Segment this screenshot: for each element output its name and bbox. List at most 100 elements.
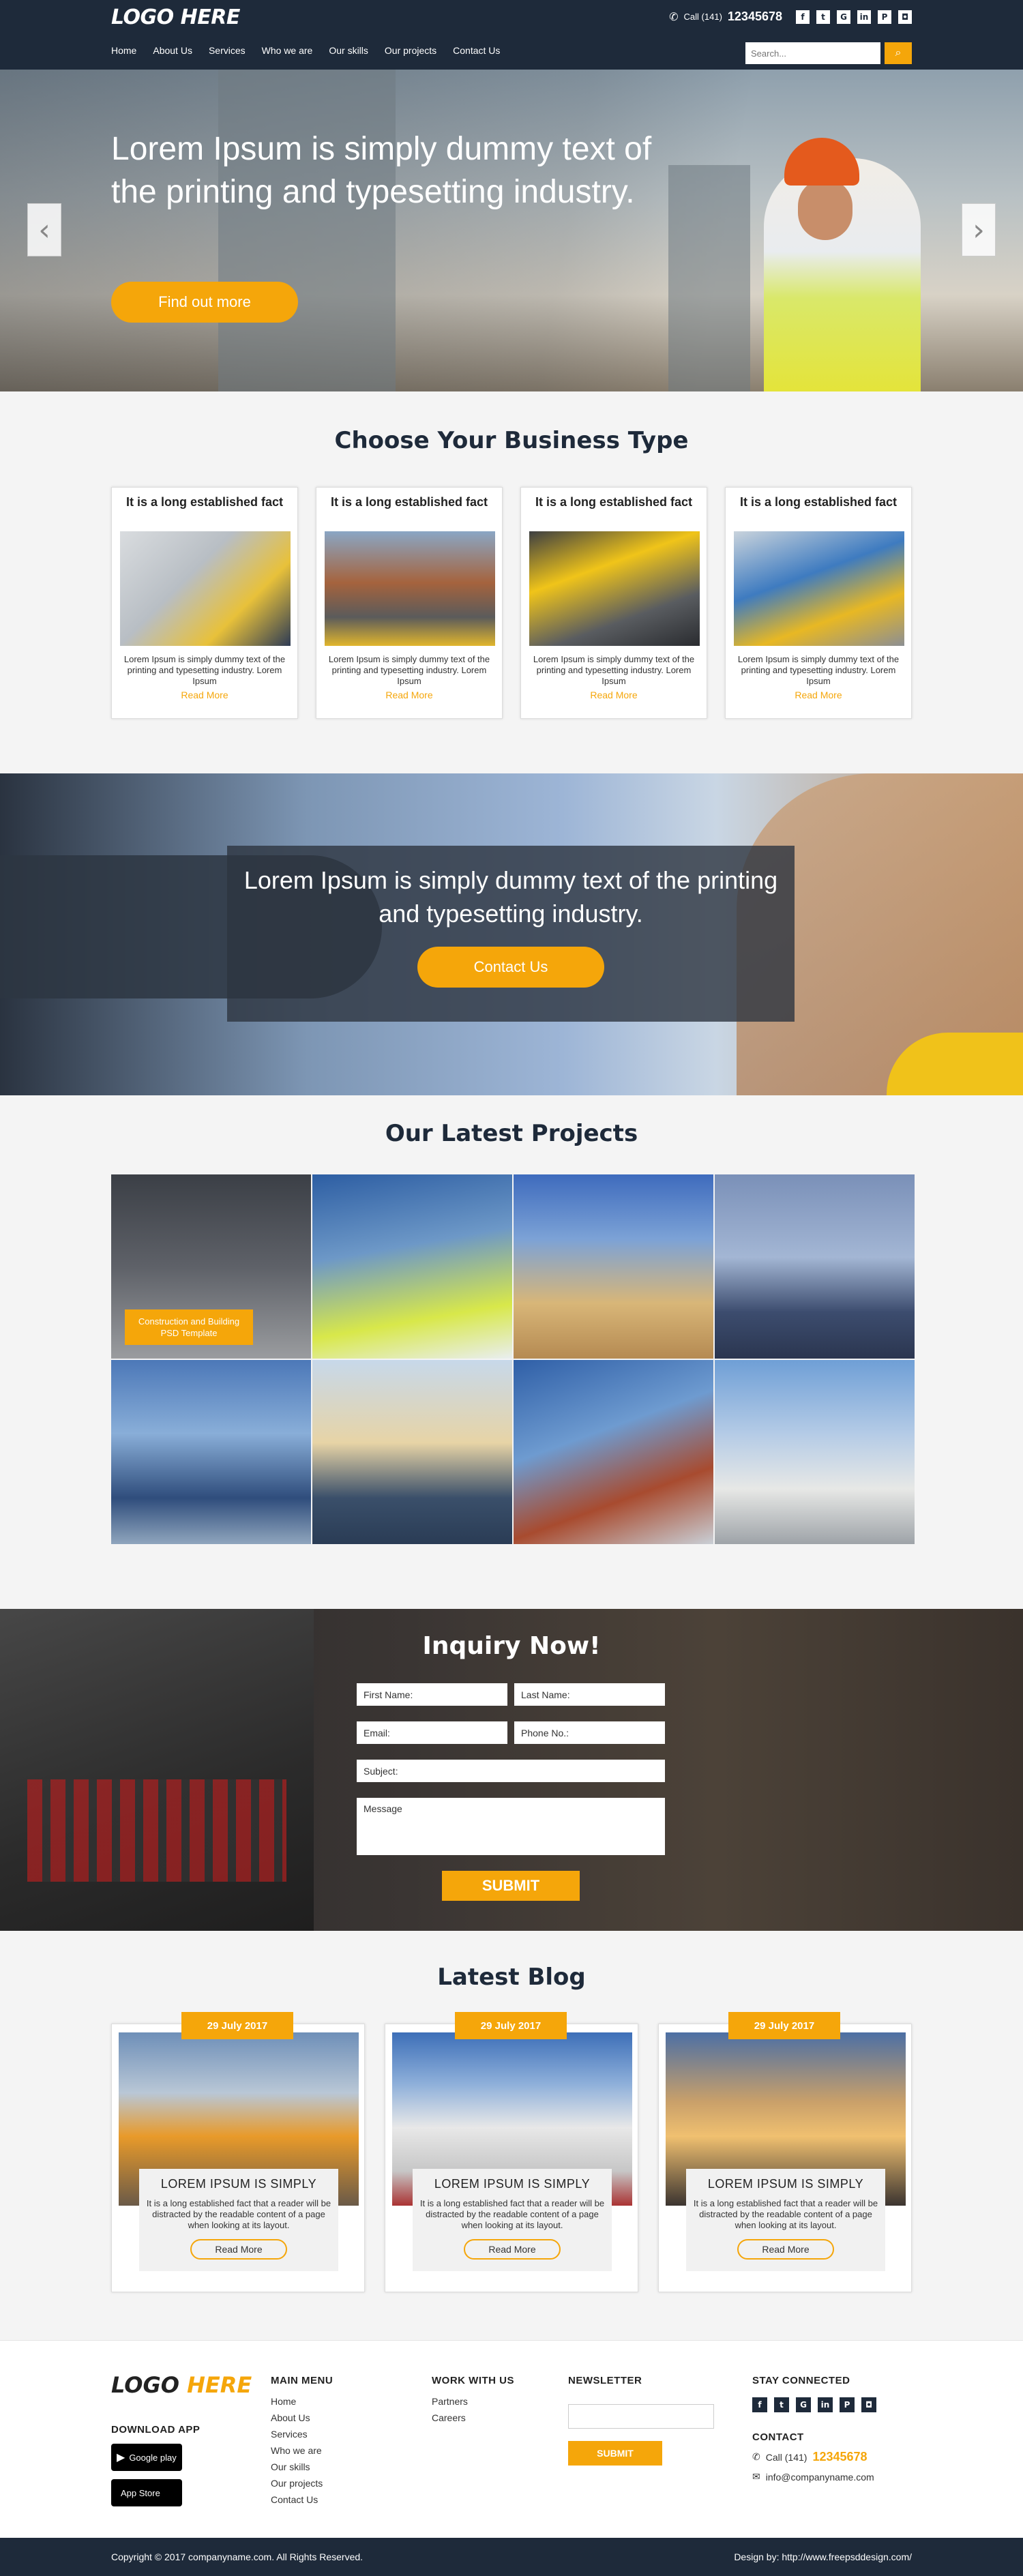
- blog-excerpt: It is a long established fact that a rea…: [146, 2198, 331, 2230]
- search-bar: ⌕: [745, 42, 912, 64]
- blog-title[interactable]: LOREM IPSUM IS SIMPLY: [139, 2177, 338, 2191]
- blog-read-more-button[interactable]: Read More: [737, 2239, 834, 2260]
- hero-title: Lorem Ipsum is simply dummy text of the …: [111, 131, 652, 210]
- blog-excerpt: It is a long established fact that a rea…: [419, 2198, 605, 2230]
- blog-title[interactable]: LOREM IPSUM IS SIMPLY: [413, 2177, 612, 2191]
- footer-link-services[interactable]: Services: [271, 2426, 333, 2442]
- pinterest-icon[interactable]: P: [840, 2397, 855, 2412]
- footer-link-careers[interactable]: Careers: [432, 2410, 514, 2426]
- footer-link-home[interactable]: Home: [271, 2393, 333, 2410]
- blog-title[interactable]: LOREM IPSUM IS SIMPLY: [686, 2177, 885, 2191]
- footer-col-title: STAY CONNECTED: [752, 2375, 850, 2386]
- footer-main-menu: MAIN MENU Home About Us Services Who we …: [271, 2375, 333, 2508]
- footer-logo[interactable]: LOGO HERE: [111, 2372, 252, 2398]
- slider-prev-arrow[interactable]: ‹: [27, 203, 61, 256]
- section-title: Our Latest Projects: [385, 1120, 638, 1147]
- google-plus-icon[interactable]: G: [796, 2397, 811, 2412]
- phone-field[interactable]: Phone No.:: [514, 1721, 665, 1744]
- message-field[interactable]: Message: [357, 1798, 665, 1855]
- blog-section: Latest Blog 29 July 2017 LOREM IPSUM IS …: [0, 1931, 1023, 2340]
- nav-about-us[interactable]: About Us: [153, 45, 192, 56]
- instagram-icon[interactable]: ◘: [898, 10, 912, 24]
- hero-bg-building: [668, 165, 750, 391]
- projects-section: Our Latest Projects Construction and Bui…: [0, 1095, 1023, 1609]
- nav-contact-us[interactable]: Contact Us: [453, 45, 500, 56]
- business-card: It is a long established fact Lorem Ipsu…: [725, 487, 912, 719]
- footer-newsletter: NEWSLETTER SUBMIT: [568, 2375, 714, 2466]
- newsletter-email-input[interactable]: [568, 2404, 714, 2429]
- footer-link-contact-us[interactable]: Contact Us: [271, 2491, 333, 2508]
- contact-us-button[interactable]: Contact Us: [417, 947, 604, 988]
- nav-our-skills[interactable]: Our skills: [329, 45, 368, 56]
- inquiry-form: First Name: Last Name: Email: Phone No.:…: [357, 1683, 665, 1901]
- project-tile[interactable]: [715, 1360, 915, 1544]
- section-title: Choose Your Business Type: [334, 427, 689, 454]
- footer-social-icons: f t G in P ◘: [752, 2397, 876, 2412]
- card-title: It is a long established fact: [739, 495, 898, 509]
- facebook-icon[interactable]: f: [752, 2397, 767, 2412]
- footer-link-our-skills[interactable]: Our skills: [271, 2459, 333, 2475]
- read-more-link[interactable]: Read More: [734, 690, 903, 700]
- footer-email: ✉ info@companyname.com: [752, 2471, 876, 2483]
- find-out-more-button[interactable]: Find out more: [111, 282, 298, 323]
- blog-post: 29 July 2017 LOREM IPSUM IS SIMPLY It is…: [658, 2012, 912, 2292]
- nav-home[interactable]: Home: [111, 45, 136, 56]
- subject-field[interactable]: Subject:: [357, 1760, 665, 1782]
- facebook-icon[interactable]: f: [796, 10, 810, 24]
- copyright-bar: Copyright © 2017 companyname.com. All Ri…: [0, 2538, 1023, 2576]
- hero-worker-head: [798, 179, 853, 240]
- project-tile[interactable]: Construction and Building PSD Template: [111, 1174, 311, 1359]
- nav-who-we-are[interactable]: Who we are: [262, 45, 313, 56]
- project-tile[interactable]: [312, 1360, 512, 1544]
- pinterest-icon[interactable]: P: [878, 10, 891, 24]
- search-input[interactable]: [745, 42, 880, 64]
- project-tile[interactable]: [715, 1174, 915, 1359]
- footer-col-title: WORK WITH US: [432, 2375, 514, 2386]
- google-plus-icon[interactable]: G: [837, 10, 850, 24]
- instagram-icon[interactable]: ◘: [861, 2397, 876, 2412]
- last-name-field[interactable]: Last Name:: [514, 1683, 665, 1706]
- read-more-link[interactable]: Read More: [325, 690, 494, 700]
- google-play-badge[interactable]: ▶ Google play: [111, 2444, 182, 2471]
- project-tile[interactable]: [514, 1360, 713, 1544]
- footer-link-partners[interactable]: Partners: [432, 2393, 514, 2410]
- footer-link-who-we-are[interactable]: Who we are: [271, 2442, 333, 2459]
- designer-credit[interactable]: Design by: http://www.freepsddesign.com/: [734, 2551, 912, 2562]
- blog-read-more-button[interactable]: Read More: [190, 2239, 287, 2260]
- site-footer: LOGO HERE DOWNLOAD APP ▶ Google play App …: [0, 2340, 1023, 2538]
- inquiry-submit-button[interactable]: SUBMIT: [442, 1871, 580, 1901]
- project-tile[interactable]: [111, 1360, 311, 1544]
- app-store-badge[interactable]: App Store: [111, 2479, 182, 2506]
- footer-email-address[interactable]: info@companyname.com: [766, 2472, 874, 2483]
- footer-link-about-us[interactable]: About Us: [271, 2410, 333, 2426]
- business-type-section: Choose Your Business Type It is a long e…: [0, 391, 1023, 773]
- newsletter-submit-button[interactable]: SUBMIT: [568, 2441, 662, 2466]
- business-card: It is a long established fact Lorem Ipsu…: [520, 487, 707, 719]
- project-tile[interactable]: [514, 1174, 713, 1359]
- google-play-icon: ▶: [117, 2452, 125, 2463]
- search-button[interactable]: ⌕: [885, 42, 912, 64]
- chevron-left-icon: ‹: [38, 212, 50, 248]
- twitter-icon[interactable]: t: [816, 10, 830, 24]
- banner-overlay-box: Lorem Ipsum is simply dummy text of the …: [227, 846, 795, 1022]
- first-name-field[interactable]: First Name:: [357, 1683, 507, 1706]
- site-logo[interactable]: LOGO HERE: [111, 5, 240, 29]
- read-more-link[interactable]: Read More: [529, 690, 698, 700]
- footer-link-our-projects[interactable]: Our projects: [271, 2475, 333, 2491]
- blog-read-more-button[interactable]: Read More: [464, 2239, 561, 2260]
- section-title: Latest Blog: [437, 1964, 586, 1991]
- nav-services[interactable]: Services: [209, 45, 246, 56]
- linkedin-icon[interactable]: in: [818, 2397, 833, 2412]
- nav-our-projects[interactable]: Our projects: [385, 45, 436, 56]
- blog-date-badge: 29 July 2017: [728, 2012, 840, 2039]
- card-text: Lorem Ipsum is simply dummy text of the …: [328, 654, 490, 686]
- linkedin-icon[interactable]: in: [857, 10, 871, 24]
- copyright-text: Copyright © 2017 companyname.com. All Ri…: [111, 2551, 364, 2562]
- twitter-icon[interactable]: t: [774, 2397, 789, 2412]
- slider-next-arrow[interactable]: ›: [962, 203, 996, 256]
- project-overlay-label[interactable]: Construction and Building PSD Template: [125, 1309, 253, 1345]
- main-nav: Home About Us Services Who we are Our sk…: [111, 45, 500, 56]
- project-tile[interactable]: [312, 1174, 512, 1359]
- email-field[interactable]: Email:: [357, 1721, 507, 1744]
- read-more-link[interactable]: Read More: [120, 690, 289, 700]
